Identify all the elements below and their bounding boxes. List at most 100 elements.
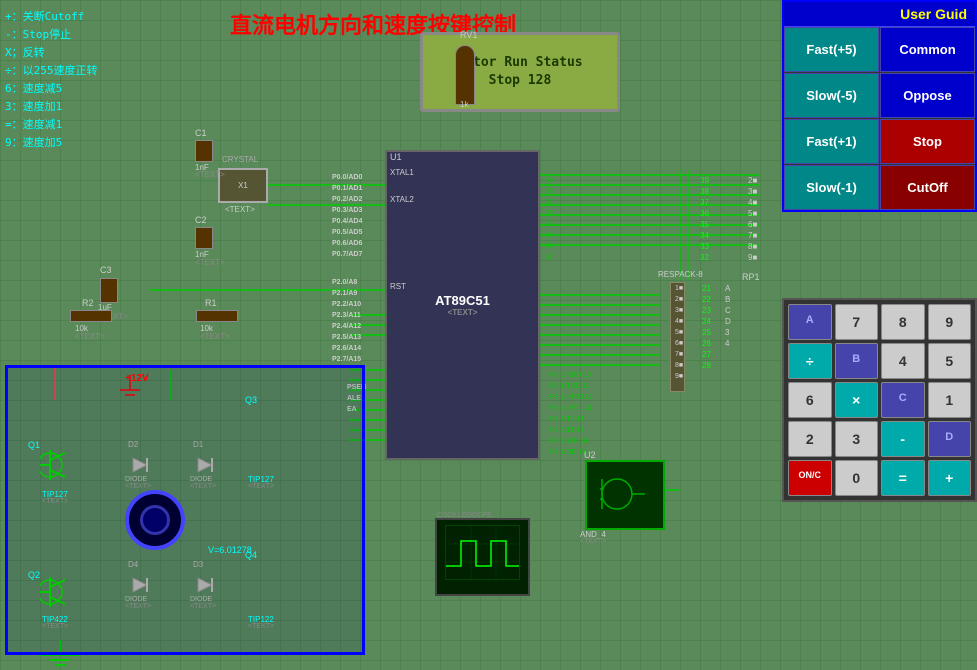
key-6[interactable]: 6 [788,382,832,418]
c2-label: C2 [195,215,207,225]
key-0[interactable]: 0 [835,460,879,496]
c2-body [195,227,213,249]
q4-text: <TEXT> [248,623,274,630]
xtal2-label: XTAL2 [390,195,414,204]
guide-cutoff[interactable]: CutOff [880,165,975,210]
pin-p23: P2.3/A11 [332,310,361,321]
instr-line-3: X；反转 [5,44,98,62]
key-on-c[interactable]: ON/C [788,460,832,496]
instr-line-4: ÷：以255速度正转 [5,62,98,80]
q4-outer-label: Q4 [245,550,257,560]
keypad-row-b-label: B [835,343,879,379]
keypad-row-c-label: C [881,382,925,418]
scope-screen [445,525,520,580]
pin-p20: P2.0/A8 [332,277,361,288]
r1-label: R1 [205,298,217,308]
pin-p05: P0.5/AD5 [332,227,362,238]
pin-p06: P0.6/AD6 [332,238,362,249]
c3-body [100,278,118,303]
instructions-panel: +：关断Cutoff -：Stop停止 X；反转 ÷：以255速度正转 6：速度… [5,8,98,152]
rv1-label: RV1 [460,30,477,40]
d4-text: <TEXT> [125,603,151,610]
keypad-row-d-label: D [928,421,972,457]
crystal-text: <TEXT> [225,205,255,214]
r2-body [70,310,112,322]
keypad-row-a-label: A [788,304,832,340]
guide-common[interactable]: Common [880,27,975,72]
c1-label: C1 [195,128,207,138]
lcd-text: Motor Run Status Stop 128 [457,54,582,90]
guide-stop[interactable]: Stop [880,119,975,164]
lcd-line2: Stop 128 [457,72,582,90]
pin-p00: P0.0/AD0 [332,172,362,183]
key-5[interactable]: 5 [928,343,972,379]
right-pins: 3938373635343332 [700,175,709,263]
p2-pins: 2122232425262728 [702,283,711,371]
d1-text: <TEXT> [190,483,216,490]
d2-text: <TEXT> [125,483,151,490]
instr-line-2: -：Stop停止 [5,26,98,44]
d2-label: D2 [128,440,138,449]
motor-component [125,490,185,550]
guide-fast-plus1[interactable]: Fast(+1) [784,119,879,164]
q1-outer-label: Q1 [28,440,40,450]
power-12v-label: +12V [125,373,149,384]
pin-p25: P2.5/A13 [332,332,361,343]
q3-outer-label: Q3 [245,395,257,405]
c1-body [195,140,213,162]
and-gate-label [600,474,650,516]
pin-p24: P2.4/A12 [332,321,361,332]
pin-p07: P0.7/AD7 [332,249,362,260]
key-8[interactable]: 8 [881,304,925,340]
p0-left-pins: 3938373635343332 [545,175,553,263]
guide-fast-plus5[interactable]: Fast(+5) [784,27,879,72]
key-divide[interactable]: ÷ [788,343,832,379]
d4-type: DIODE [125,596,147,603]
pin-p21: P2.1/A9 [332,288,361,299]
key-minus[interactable]: - [881,421,925,457]
instr-line-7: =：速度减1 [5,116,98,134]
key-2[interactable]: 2 [788,421,832,457]
d3-label: D3 [193,560,203,569]
d2-type: DIODE [125,476,147,483]
guide-slow-minus5[interactable]: Slow(-5) [784,73,879,118]
key-3[interactable]: 3 [835,421,879,457]
key-4[interactable]: 4 [881,343,925,379]
crystal-x1: X1 [218,168,268,203]
c1-text: <TEXT> [195,170,225,179]
pin-p02: P0.2/AD2 [332,194,362,205]
lcd-display: Motor Run Status Stop 128 [420,32,620,112]
key-1[interactable]: 1 [928,382,972,418]
q1-text: <TEXT> [42,498,68,505]
p1-right-pins: P3.0/RXD 10 P3.1/TXD 11 P3.2/INTO 12 P3.… [550,370,593,458]
r1-text: <TEXT> [200,332,230,341]
d1-type: DIODE [190,476,212,483]
scope-label: OSCILLOSCOPE [437,512,492,519]
guide-grid: Fast(+5) Common Slow(-5) Oppose Fast(+1)… [784,27,975,210]
x1-label: X1 [238,181,248,190]
key-9[interactable]: 9 [928,304,972,340]
instr-line-5: 6：速度减5 [5,80,98,98]
and-gate-u2 [585,460,665,530]
and-gate-text: <TEXT> [580,538,606,545]
key-plus[interactable]: + [928,460,972,496]
key-multiply[interactable]: × [835,382,879,418]
guide-oppose[interactable]: Oppose [880,73,975,118]
rst-label: RST [390,282,406,291]
rv1-val-label: 1k [460,100,468,109]
key-equals[interactable]: = [881,460,925,496]
rp1-label: RP1 [742,272,760,282]
pin-p27: P2.7/A15 [332,354,361,365]
c3-label: C3 [100,265,112,275]
guide-slow-minus1[interactable]: Slow(-1) [784,165,879,210]
key-7[interactable]: 7 [835,304,879,340]
lcd-line1: Motor Run Status [457,54,582,72]
xtal1-label: XTAL1 [390,168,414,177]
respack-pins: 1■2■3■4■ 5■6■7■8■9■ [675,283,683,382]
respack-label: RESPACK-8 [658,270,703,279]
pin-p03: P0.3/AD3 [332,205,362,216]
user-guide-panel: User Guid Fast(+5) Common Slow(-5) Oppos… [782,0,977,212]
q2-text: <TEXT> [42,623,68,630]
crystal-label: CRYSTAL [222,155,258,164]
rv1-component [455,45,475,105]
